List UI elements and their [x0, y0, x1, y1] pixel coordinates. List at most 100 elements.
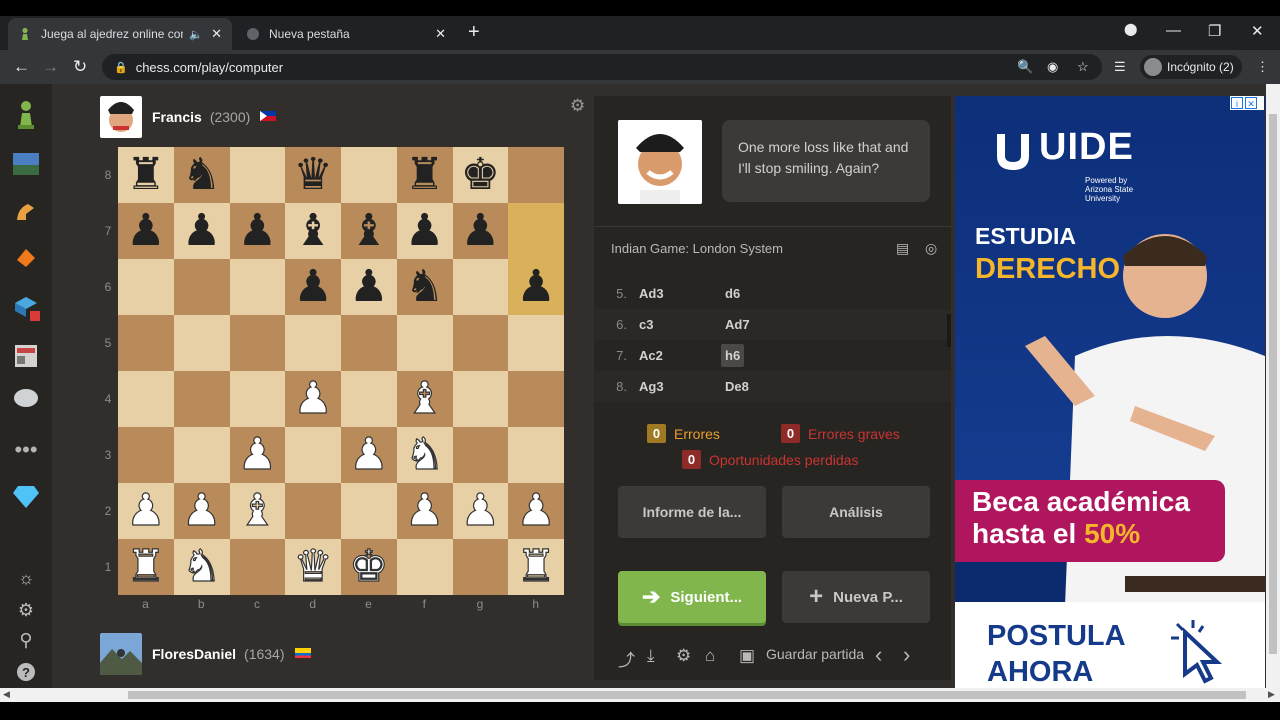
square-g1[interactable]	[452, 539, 509, 595]
museum-icon[interactable]: ⌂	[705, 646, 715, 666]
square-c6[interactable]	[229, 259, 286, 315]
black-pawn-piece[interactable]: ♟	[508, 259, 564, 315]
square-c3[interactable]: ♟	[229, 427, 286, 483]
opponent-name[interactable]: Francis	[152, 109, 202, 125]
horizontal-scroll-thumb[interactable]	[128, 691, 1246, 699]
white-move[interactable]: Ad3	[639, 286, 721, 301]
square-e1[interactable]: ♚	[341, 539, 397, 595]
square-d7[interactable]: ♝	[285, 203, 341, 259]
advertisement[interactable]: UIDE Powered by Arizona State University…	[955, 96, 1265, 688]
book-icon[interactable]: ▤	[896, 240, 909, 257]
black-bishop-piece[interactable]: ♝	[285, 203, 341, 259]
scroll-left-icon[interactable]: ◀	[3, 689, 10, 700]
vertical-scroll-thumb[interactable]	[1269, 114, 1277, 654]
black-pawn-piece[interactable]: ♟	[285, 259, 341, 315]
square-f8[interactable]: ♜	[396, 147, 453, 203]
square-a4[interactable]	[118, 371, 174, 427]
square-g3[interactable]	[452, 427, 509, 483]
watch-icon[interactable]	[12, 293, 40, 321]
square-a1[interactable]: ♜	[118, 539, 174, 595]
black-pawn-piece[interactable]: ♟	[397, 203, 453, 259]
square-h5[interactable]	[508, 315, 564, 371]
scroll-right-icon[interactable]: ▶	[1268, 689, 1275, 700]
tab-new[interactable]: Nueva pestaña ✕	[236, 18, 456, 50]
player-name[interactable]: FloresDaniel	[152, 646, 236, 662]
square-b6[interactable]	[173, 259, 230, 315]
download-icon[interactable]: ⤓	[647, 646, 655, 666]
square-d3[interactable]	[285, 427, 341, 483]
square-e6[interactable]: ♟	[341, 259, 397, 315]
black-knight-piece[interactable]: ♞	[397, 259, 453, 315]
black-pawn-piece[interactable]: ♟	[118, 203, 174, 259]
game-report-button[interactable]: Informe de la...	[618, 486, 766, 538]
white-pawn-piece[interactable]: ♟	[397, 483, 453, 539]
membership-diamond-icon[interactable]	[12, 482, 40, 510]
close-window-icon[interactable]: ✕	[1251, 22, 1264, 40]
square-e3[interactable]: ♟	[341, 427, 397, 483]
new-game-button[interactable]: + Nueva P...	[782, 571, 930, 623]
square-c7[interactable]: ♟	[229, 203, 286, 259]
close-tab-icon[interactable]: ✕	[435, 26, 446, 42]
black-pawn-piece[interactable]: ♟	[174, 203, 230, 259]
square-h2[interactable]: ♟	[508, 483, 564, 539]
square-e4[interactable]	[341, 371, 397, 427]
search-icon[interactable]: ⚲	[12, 626, 40, 654]
zoom-icon[interactable]: 🔍	[1017, 59, 1033, 75]
square-g5[interactable]	[452, 315, 509, 371]
more-icon[interactable]: •••	[12, 436, 40, 464]
black-knight-piece[interactable]: ♞	[174, 147, 230, 203]
square-h8[interactable]	[508, 147, 564, 203]
white-move[interactable]: c3	[639, 317, 721, 332]
black-king-piece[interactable]: ♚	[453, 147, 509, 203]
square-g7[interactable]: ♟	[452, 203, 509, 259]
white-pawn-piece[interactable]: ♟	[174, 483, 230, 539]
square-f7[interactable]: ♟	[396, 203, 453, 259]
square-f6[interactable]: ♞	[396, 259, 453, 315]
board-settings-gear-icon[interactable]: ⚙	[570, 96, 585, 116]
previous-move-icon[interactable]: ‹	[875, 642, 882, 668]
black-move[interactable]: De8	[721, 375, 753, 398]
vertical-scrollbar[interactable]	[1266, 84, 1280, 688]
ad-info-icon[interactable]: i	[1231, 97, 1243, 109]
white-pawn-piece[interactable]: ♟	[230, 427, 286, 483]
new-tab-icon[interactable]: +	[468, 21, 480, 44]
chess-board[interactable]: ♜ ♞ ♛ ♜ ♚ ♟ ♟ ♟ ♝ ♝ ♟ ♟ ♟ ♟ ♞ ♟ ♟ ♝ ♟ ♟ ♞ ♟ ♟ ♝ ♟ ♟ ♟ ♜ ♞ ♛ ♚ ♜	[118, 147, 564, 595]
white-queen-piece[interactable]: ♛	[285, 539, 341, 595]
news-icon[interactable]	[12, 342, 40, 370]
next-move-icon[interactable]: ›	[903, 642, 910, 668]
square-b2[interactable]: ♟	[173, 483, 230, 539]
horizontal-scrollbar[interactable]: ◀ ▶	[0, 688, 1280, 702]
white-knight-piece[interactable]: ♞	[397, 427, 453, 483]
white-knight-piece[interactable]: ♞	[174, 539, 230, 595]
reading-list-icon[interactable]: ☰	[1114, 59, 1126, 75]
square-c1[interactable]	[229, 539, 286, 595]
settings-gear-icon[interactable]: ⚙	[676, 646, 691, 666]
square-e8[interactable]	[341, 147, 397, 203]
menu-dots-icon[interactable]: ⋮	[1256, 59, 1269, 75]
white-rook-piece[interactable]: ♜	[118, 539, 174, 595]
square-h7[interactable]	[508, 203, 564, 259]
white-bishop-piece[interactable]: ♝	[230, 483, 286, 539]
square-b7[interactable]: ♟	[173, 203, 230, 259]
square-f5[interactable]	[396, 315, 453, 371]
square-a2[interactable]: ♟	[118, 483, 174, 539]
black-queen-piece[interactable]: ♛	[285, 147, 341, 203]
restore-icon[interactable]: ❐	[1208, 22, 1221, 40]
white-rook-piece[interactable]: ♜	[508, 539, 564, 595]
puzzles-icon[interactable]	[12, 198, 40, 226]
minimize-icon[interactable]: —	[1166, 22, 1181, 39]
square-b4[interactable]	[173, 371, 230, 427]
square-b3[interactable]	[173, 427, 230, 483]
square-h1[interactable]: ♜	[508, 539, 564, 595]
black-move[interactable]: d6	[721, 282, 744, 305]
white-move[interactable]: Ac2	[639, 348, 721, 363]
player-avatar[interactable]	[100, 633, 142, 675]
black-pawn-piece[interactable]: ♟	[230, 203, 286, 259]
save-game-link[interactable]: Guardar partida	[766, 646, 864, 662]
square-c4[interactable]	[229, 371, 286, 427]
square-b1[interactable]: ♞	[173, 539, 230, 595]
square-g6[interactable]	[452, 259, 509, 315]
analysis-button[interactable]: Análisis	[782, 486, 930, 538]
forward-icon[interactable]: →	[42, 57, 59, 77]
speaker-icon[interactable]: 🔈	[189, 28, 203, 41]
